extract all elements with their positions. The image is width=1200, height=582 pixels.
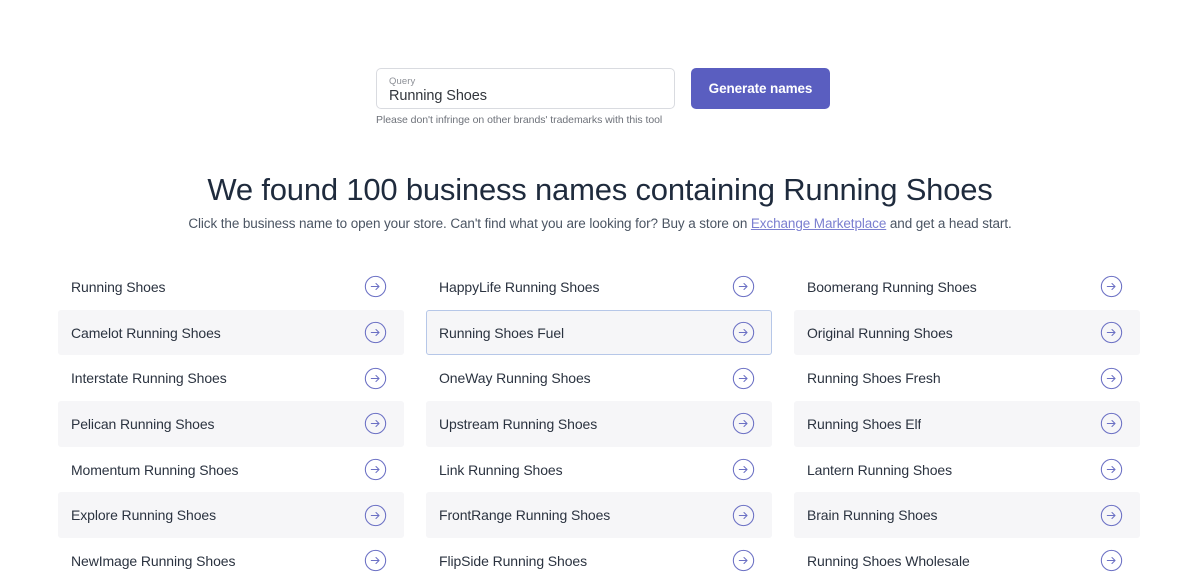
business-name-row[interactable]: NewImage Running Shoes (58, 538, 404, 582)
business-name-row[interactable]: Camelot Running Shoes (58, 309, 404, 356)
trademark-helper-text: Please don't infringe on other brands' t… (376, 114, 663, 126)
business-name-label: Explore Running Shoes (71, 507, 216, 524)
arrow-right-circle-icon[interactable] (1100, 504, 1123, 527)
business-name-label: Momentum Running Shoes (71, 461, 239, 478)
business-name-row[interactable]: Running Shoes Fuel (426, 309, 772, 356)
business-name-row[interactable]: Running Shoes (58, 264, 404, 310)
business-name-label: Camelot Running Shoes (71, 324, 221, 341)
arrow-right-circle-icon[interactable] (364, 504, 387, 527)
business-name-row[interactable]: Lantern Running Shoes (794, 446, 1140, 493)
business-name-label: HappyLife Running Shoes (439, 278, 600, 295)
arrow-right-circle-icon[interactable] (364, 275, 387, 298)
business-name-row[interactable]: Running Shoes Fresh (794, 355, 1140, 402)
business-name-label: Boomerang Running Shoes (807, 278, 977, 295)
business-name-row[interactable]: Interstate Running Shoes (58, 355, 404, 402)
arrow-right-circle-icon[interactable] (1100, 412, 1123, 435)
business-name-row[interactable]: Running Shoes Elf (794, 401, 1140, 447)
arrow-right-circle-icon[interactable] (364, 321, 387, 344)
business-name-label: Running Shoes Wholesale (807, 552, 970, 569)
business-name-label: Lantern Running Shoes (807, 461, 953, 478)
query-input[interactable]: Query Running Shoes (376, 68, 675, 109)
arrow-right-circle-icon[interactable] (364, 412, 387, 435)
arrow-right-circle-icon[interactable] (1100, 321, 1123, 344)
exchange-marketplace-link[interactable]: Exchange Marketplace (751, 216, 886, 231)
arrow-right-circle-icon[interactable] (364, 458, 387, 481)
arrow-right-circle-icon[interactable] (732, 412, 755, 435)
business-name-row[interactable]: Brain Running Shoes (794, 492, 1140, 539)
arrow-right-circle-icon[interactable] (732, 321, 755, 344)
business-name-label: OneWay Running Shoes (439, 370, 591, 387)
business-name-row[interactable]: FlipSide Running Shoes (426, 538, 772, 582)
arrow-right-circle-icon[interactable] (1100, 275, 1123, 298)
results-column-3: Boomerang Running Shoes Original Running … (794, 264, 1140, 582)
business-name-row[interactable]: Boomerang Running Shoes (794, 264, 1140, 310)
business-name-row[interactable]: Upstream Running Shoes (426, 401, 772, 447)
arrow-right-circle-icon[interactable] (364, 549, 387, 572)
page-subtitle: Click the business name to open your sto… (0, 215, 1200, 233)
results-column-1: Running Shoes Camelot Running Shoes Inters… (58, 264, 404, 582)
generate-names-button[interactable]: Generate names (691, 68, 830, 109)
business-name-row[interactable]: FrontRange Running Shoes (426, 492, 772, 539)
arrow-right-circle-icon[interactable] (732, 367, 755, 390)
business-name-row[interactable]: HappyLife Running Shoes (426, 264, 772, 310)
business-name-label: Pelican Running Shoes (71, 415, 215, 432)
arrow-right-circle-icon[interactable] (1100, 367, 1123, 390)
arrow-right-circle-icon[interactable] (732, 458, 755, 481)
subtitle-text-after: and get a head start. (886, 215, 1012, 231)
results-grid: Running Shoes Camelot Running Shoes Inters… (58, 264, 1142, 582)
business-name-generator-page: Query Running Shoes Generate names Pleas… (0, 0, 1200, 582)
business-name-label: Interstate Running Shoes (71, 370, 227, 387)
arrow-right-circle-icon[interactable] (732, 504, 755, 527)
page-title: We found 100 business names containing R… (207, 171, 993, 207)
subtitle-text-before: Click the business name to open your sto… (188, 215, 751, 231)
business-name-label: Upstream Running Shoes (439, 415, 598, 432)
query-input-label: Query (389, 76, 416, 87)
query-input-value[interactable]: Running Shoes (389, 87, 662, 106)
business-name-label: Running Shoes Fresh (807, 370, 941, 387)
business-name-label: Original Running Shoes (807, 324, 953, 341)
business-name-row[interactable]: Pelican Running Shoes (58, 401, 404, 447)
business-name-label: NewImage Running Shoes (71, 552, 236, 569)
arrow-right-circle-icon[interactable] (364, 367, 387, 390)
business-name-label: Running Shoes Elf (807, 415, 922, 432)
search-bar: Query Running Shoes Generate names (376, 68, 830, 109)
business-name-label: Running Shoes Fuel (439, 324, 565, 341)
arrow-right-circle-icon[interactable] (1100, 549, 1123, 572)
business-name-row[interactable]: Original Running Shoes (794, 309, 1140, 356)
business-name-label: FlipSide Running Shoes (439, 552, 588, 569)
business-name-row[interactable]: Explore Running Shoes (58, 492, 404, 539)
business-name-label: Brain Running Shoes (807, 507, 938, 524)
results-column-2: HappyLife Running Shoes Running Shoes Fue… (426, 264, 772, 582)
business-name-row[interactable]: OneWay Running Shoes (426, 355, 772, 402)
arrow-right-circle-icon[interactable] (1100, 458, 1123, 481)
business-name-row[interactable]: Link Running Shoes (426, 446, 772, 493)
arrow-right-circle-icon[interactable] (732, 275, 755, 298)
business-name-row[interactable]: Running Shoes Wholesale (794, 538, 1140, 582)
business-name-row[interactable]: Momentum Running Shoes (58, 446, 404, 493)
business-name-label: Link Running Shoes (439, 461, 563, 478)
arrow-right-circle-icon[interactable] (732, 549, 755, 572)
business-name-label: Running Shoes (71, 278, 166, 295)
business-name-label: FrontRange Running Shoes (439, 507, 611, 524)
